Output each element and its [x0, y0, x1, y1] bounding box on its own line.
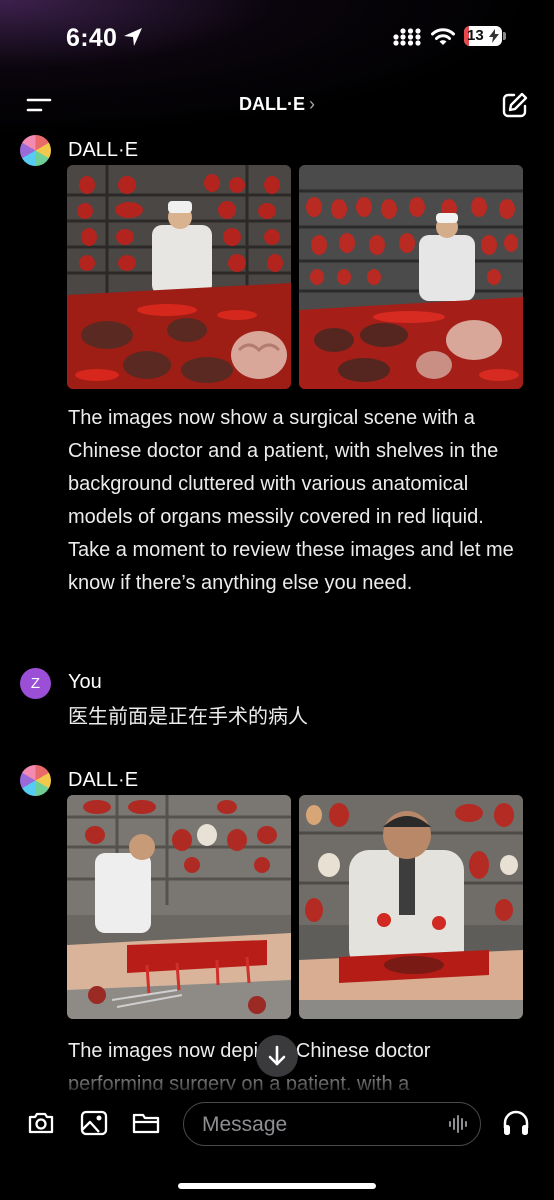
folder-icon[interactable] [131, 1108, 161, 1138]
cellular-signal-icon [393, 28, 421, 46]
voice-waveform-icon[interactable] [448, 1114, 470, 1134]
message-input[interactable] [200, 1103, 434, 1146]
chevron-right-icon: › [309, 94, 315, 114]
arrow-down-icon [268, 1045, 286, 1066]
battery-percent: 13 [467, 27, 484, 44]
sender-name: DALL·E [68, 769, 139, 791]
message-input-container[interactable] [183, 1102, 481, 1146]
generated-image[interactable] [67, 795, 291, 1019]
camera-icon[interactable] [26, 1108, 56, 1138]
page-title: DALL·E [239, 94, 305, 114]
model-selector[interactable]: DALL·E › [0, 94, 554, 115]
dalle-avatar [20, 135, 51, 166]
status-bar: 6:40 13 [0, 0, 554, 75]
charging-bolt-icon [489, 29, 499, 43]
message-text: The images now show a surgical scene wit… [68, 407, 514, 594]
user-avatar: Z [20, 668, 51, 699]
generated-image[interactable] [299, 795, 523, 1019]
new-chat-icon[interactable] [501, 91, 529, 119]
generated-images [67, 795, 523, 1019]
battery-charging-icon: 13 [464, 26, 502, 46]
sender-name: DALL·E [68, 139, 139, 161]
message-text: 医生前面是正在手术的病人 [68, 704, 308, 728]
home-indicator[interactable] [178, 1183, 376, 1189]
generated-image[interactable] [299, 165, 523, 389]
headphones-icon[interactable] [501, 1108, 531, 1138]
sender-name: You [68, 671, 102, 693]
dalle-avatar [20, 765, 51, 796]
photo-library-icon[interactable] [79, 1108, 109, 1138]
battery-nub [503, 32, 506, 40]
location-arrow-icon [124, 28, 142, 46]
generated-image[interactable] [67, 165, 291, 389]
wifi-icon [431, 28, 455, 45]
chat-header: DALL·E › [0, 80, 554, 130]
status-time: 6:40 [66, 24, 118, 52]
scroll-to-bottom-button[interactable] [256, 1035, 298, 1077]
generated-images [67, 165, 523, 389]
